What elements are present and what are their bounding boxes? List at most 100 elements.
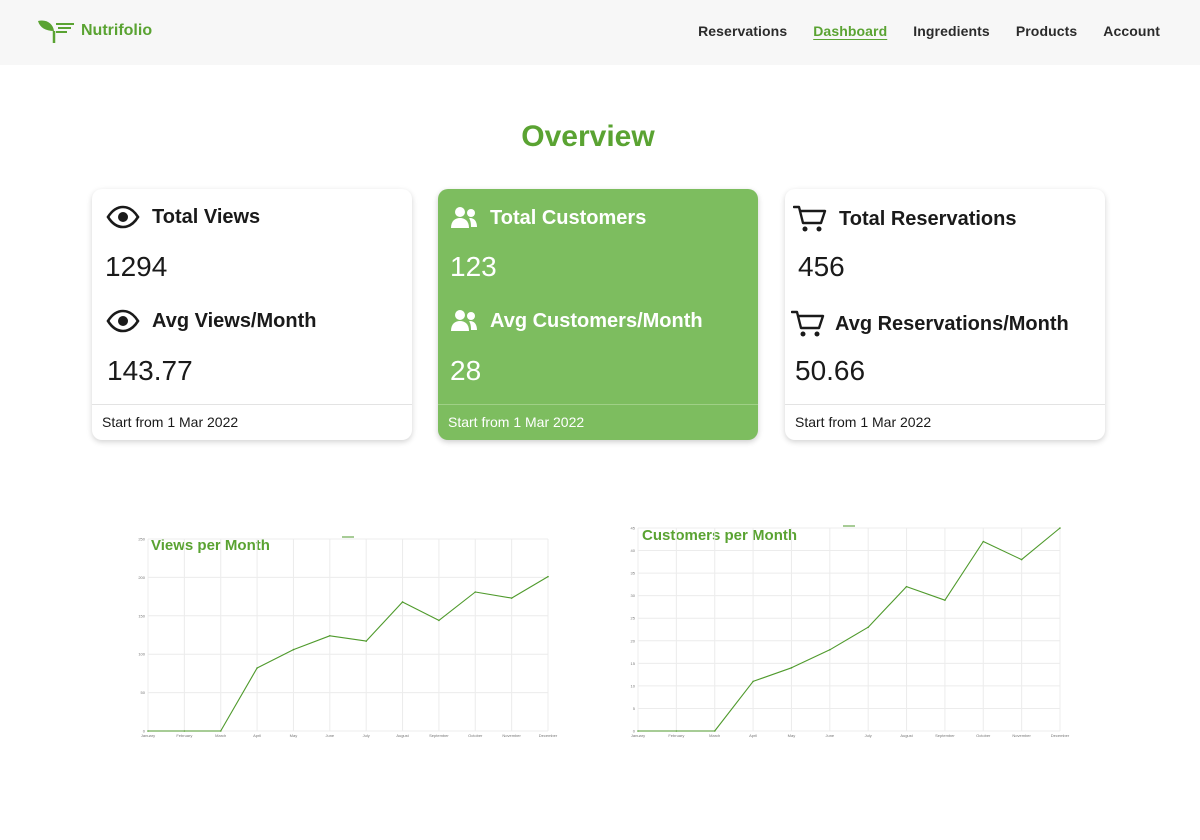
avg-views-value: 143.77 — [107, 355, 193, 386]
leaf-logo-icon — [37, 18, 75, 44]
data-point — [401, 601, 404, 603]
avg-customers-value: 28 — [450, 355, 482, 386]
x-tick-label: December — [1051, 733, 1070, 738]
x-tick-label: March — [215, 733, 226, 738]
navbar: Nutrifolio Reservations Dashboard Ingred… — [0, 0, 1200, 65]
users-icon — [450, 309, 478, 333]
total-reservations-card: Total Reservations 456 Avg Reservations/… — [785, 189, 1105, 440]
customers-card-footer: Start from 1 Mar 2022 — [438, 404, 758, 440]
data-point — [292, 648, 295, 651]
data-point — [474, 591, 477, 593]
data-point — [1059, 527, 1061, 529]
total-customers-card: Total Customers 123 Avg Customers/Month … — [438, 189, 758, 440]
x-tick-label: February — [668, 733, 684, 738]
total-reservations-header: Total Reservations — [793, 205, 1016, 233]
y-tick-label: 10 — [631, 683, 636, 688]
avg-reservations-header: Avg Reservations/Month — [791, 310, 1069, 338]
data-point — [944, 599, 946, 601]
avg-views-header: Avg Views/Month — [106, 309, 316, 333]
x-tick-label: January — [141, 733, 155, 738]
data-point — [329, 634, 331, 637]
nav-link-reservations[interactable]: Reservations — [698, 23, 787, 39]
y-tick-label: 200 — [138, 575, 145, 580]
x-tick-label: November — [502, 733, 521, 738]
data-point — [905, 585, 908, 588]
total-customers-label: Total Customers — [490, 206, 647, 229]
total-customers-header: Total Customers — [450, 206, 646, 230]
nav-link-products[interactable]: Products — [1016, 23, 1077, 39]
cart-icon — [791, 310, 825, 338]
y-tick-label: 25 — [631, 616, 636, 621]
total-customers-value: 123 — [450, 251, 497, 282]
x-tick-label: September — [935, 733, 955, 738]
x-tick-label: January — [631, 733, 645, 738]
y-tick-label: 100 — [138, 652, 145, 657]
cart-icon — [793, 205, 827, 233]
avg-reservations-value: 50.66 — [795, 355, 866, 386]
avg-customers-header: Avg Customers/Month — [450, 309, 703, 333]
data-point — [790, 667, 793, 669]
x-tick-label: February — [176, 733, 192, 738]
y-tick-label: 250 — [138, 537, 145, 542]
views-chart-svg: January February March April May June July Augu… — [138, 536, 558, 738]
y-tick-label: 15 — [631, 661, 636, 666]
y-tick-label: 50 — [141, 690, 146, 695]
total-views-value: 1294 — [105, 251, 168, 282]
x-tick-label: August — [396, 733, 409, 738]
data-point — [713, 730, 716, 732]
customers-chart-svg: January February March April May June July Augu… — [631, 525, 1070, 738]
x-tick-label: July — [363, 733, 370, 738]
x-tick-label: November — [1012, 733, 1031, 738]
nav-link-account[interactable]: Account — [1103, 23, 1160, 39]
nav-links: Reservations Dashboard Ingredients Produ… — [698, 23, 1160, 39]
data-point — [675, 730, 678, 732]
y-tick-label: 20 — [631, 638, 636, 643]
data-point — [637, 730, 639, 732]
x-tick-label: September — [429, 733, 449, 738]
total-views-label: Total Views — [152, 205, 261, 228]
brand[interactable]: Nutrifolio — [37, 18, 152, 44]
y-tick-label: 150 — [138, 613, 145, 618]
customers-per-month-chart: Customers per Month January February March… — [620, 518, 1080, 743]
x-tick-label: August — [900, 733, 913, 738]
data-point — [147, 730, 149, 732]
page-title: Overview — [521, 120, 655, 153]
data-point — [256, 667, 258, 669]
data-point — [752, 680, 754, 683]
x-tick-label: April — [253, 733, 261, 738]
total-reservations-label: Total Reservations — [839, 207, 1017, 230]
y-tick-label: 45 — [631, 526, 636, 531]
x-tick-label: June — [825, 733, 834, 738]
total-reservations-value: 456 — [798, 251, 845, 282]
users-icon — [450, 206, 478, 230]
brand-name: Nutrifolio — [81, 22, 153, 39]
total-views-card: Total Views 1294 Avg Views/Month 143.77 … — [92, 189, 412, 440]
eye-icon — [106, 205, 140, 229]
y-tick-label: 35 — [631, 571, 636, 576]
data-point — [183, 730, 186, 732]
data-point — [365, 640, 367, 642]
x-tick-label: July — [865, 733, 872, 738]
y-tick-label: 40 — [631, 548, 636, 553]
data-point — [982, 540, 985, 543]
nav-link-ingredients[interactable]: Ingredients — [913, 23, 990, 39]
x-tick-label: June — [325, 733, 334, 738]
avg-customers-label: Avg Customers/Month — [490, 309, 703, 332]
data-point — [547, 575, 549, 578]
x-tick-label: October — [976, 733, 991, 738]
avg-views-label: Avg Views/Month — [152, 309, 317, 332]
series-line — [638, 527, 1061, 732]
data-point — [1020, 558, 1023, 561]
nav-link-dashboard[interactable]: Dashboard — [813, 23, 887, 39]
x-tick-label: April — [749, 733, 757, 738]
data-point — [438, 619, 440, 622]
y-tick-label: 30 — [631, 593, 636, 598]
total-views-header: Total Views — [106, 205, 260, 229]
x-tick-label: March — [709, 733, 720, 738]
reservations-card-footer: Start from 1 Mar 2022 — [785, 404, 1105, 440]
y-tick-label: 5 — [633, 706, 636, 711]
x-tick-label: May — [290, 733, 298, 738]
data-point — [510, 597, 513, 599]
data-point — [219, 730, 222, 732]
data-point — [867, 626, 869, 629]
